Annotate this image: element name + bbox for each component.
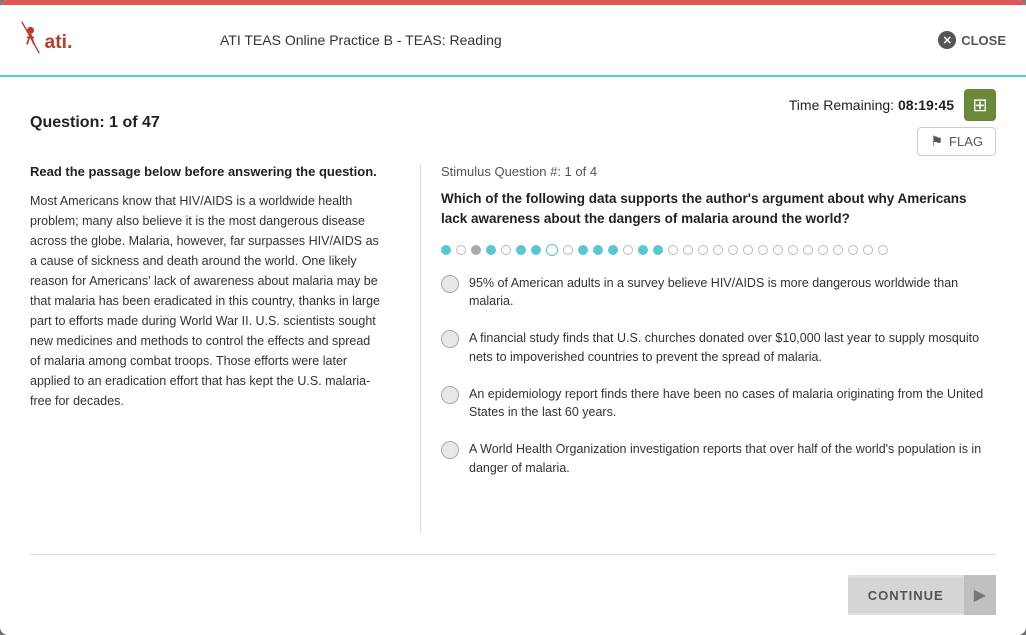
- question-text: Which of the following data supports the…: [441, 189, 996, 230]
- progress-dot-1[interactable]: [456, 245, 466, 255]
- flag-button[interactable]: ⚑ FLAG: [917, 127, 996, 156]
- progress-dot-20[interactable]: [743, 245, 753, 255]
- answer-option-a[interactable]: 95% of American adults in a survey belie…: [441, 274, 996, 312]
- continue-button[interactable]: CONTINUE ▶: [848, 575, 996, 615]
- progress-dot-23[interactable]: [788, 245, 798, 255]
- progress-dot-0[interactable]: [441, 245, 451, 255]
- timer-area: Time Remaining: 08:19:45 ⊞: [789, 89, 996, 121]
- passage-instruction: Read the passage below before answering …: [30, 164, 380, 179]
- flag-label: FLAG: [949, 134, 983, 149]
- progress-dot-4[interactable]: [501, 245, 511, 255]
- progress-dot-26[interactable]: [833, 245, 843, 255]
- progress-dot-17[interactable]: [698, 245, 708, 255]
- stimulus-header: Stimulus Question #: 1 of 4: [441, 164, 996, 179]
- answer-option-b[interactable]: A financial study finds that U.S. church…: [441, 329, 996, 367]
- progress-dot-9[interactable]: [578, 245, 588, 255]
- progress-dot-15[interactable]: [668, 245, 678, 255]
- progress-dot-19[interactable]: [728, 245, 738, 255]
- answer-choices: 95% of American adults in a survey belie…: [441, 274, 996, 478]
- radio-d[interactable]: [441, 441, 459, 459]
- radio-b[interactable]: [441, 330, 459, 348]
- left-panel: Read the passage below before answering …: [30, 164, 400, 534]
- ati-logo: ati.: [20, 15, 90, 65]
- right-panel: Stimulus Question #: 1 of 4 Which of the…: [420, 164, 996, 534]
- close-button[interactable]: ✕ CLOSE: [938, 31, 1006, 49]
- radio-a[interactable]: [441, 275, 459, 293]
- progress-dot-8[interactable]: [563, 245, 573, 255]
- passage-text: Most Americans know that HIV/AIDS is a w…: [30, 191, 380, 411]
- progress-dot-27[interactable]: [848, 245, 858, 255]
- question-counter: Question: 1 of 47: [30, 114, 160, 132]
- calculator-icon[interactable]: ⊞: [964, 89, 996, 121]
- subheader: Question: 1 of 47 Time Remaining: 08:19:…: [0, 77, 1026, 164]
- progress-dot-3[interactable]: [486, 245, 496, 255]
- progress-dot-24[interactable]: [803, 245, 813, 255]
- continue-arrow-icon: ▶: [964, 575, 996, 615]
- answer-text-a: 95% of American adults in a survey belie…: [469, 274, 996, 312]
- answer-text-c: An epidemiology report finds there have …: [469, 385, 996, 423]
- timer-value: 08:19:45: [898, 97, 954, 113]
- progress-dot-2[interactable]: [471, 245, 481, 255]
- answer-option-c[interactable]: An epidemiology report finds there have …: [441, 385, 996, 423]
- main-window: ati. ATI TEAS Online Practice B - TEAS: …: [0, 0, 1026, 635]
- progress-dot-25[interactable]: [818, 245, 828, 255]
- progress-dot-5[interactable]: [516, 245, 526, 255]
- flag-icon: ⚑: [930, 133, 943, 150]
- answer-option-d[interactable]: A World Health Organization investigatio…: [441, 440, 996, 478]
- progress-dot-10[interactable]: [593, 245, 603, 255]
- progress-dot-12[interactable]: [623, 245, 633, 255]
- timer-label: Time Remaining: 08:19:45: [789, 97, 954, 113]
- progress-dot-22[interactable]: [773, 245, 783, 255]
- continue-label: CONTINUE: [848, 578, 964, 613]
- svg-text:ati.: ati.: [45, 32, 73, 53]
- progress-dot-16[interactable]: [683, 245, 693, 255]
- progress-dots: [441, 244, 996, 256]
- progress-dot-29[interactable]: [878, 245, 888, 255]
- close-circle-icon: ✕: [938, 31, 956, 49]
- progress-dot-28[interactable]: [863, 245, 873, 255]
- progress-dot-18[interactable]: [713, 245, 723, 255]
- subheader-right: Time Remaining: 08:19:45 ⊞ ⚑ FLAG: [789, 89, 996, 156]
- progress-dot-6[interactable]: [531, 245, 541, 255]
- main-content: Read the passage below before answering …: [0, 164, 1026, 554]
- radio-c[interactable]: [441, 386, 459, 404]
- header: ati. ATI TEAS Online Practice B - TEAS: …: [0, 5, 1026, 77]
- progress-dot-13[interactable]: [638, 245, 648, 255]
- bottom-bar: CONTINUE ▶: [0, 565, 1026, 635]
- progress-dot-21[interactable]: [758, 245, 768, 255]
- logo-area: ati.: [20, 15, 220, 65]
- close-label: CLOSE: [961, 33, 1006, 48]
- header-title: ATI TEAS Online Practice B - TEAS: Readi…: [220, 32, 938, 48]
- answer-text-d: A World Health Organization investigatio…: [469, 440, 996, 478]
- progress-dot-7[interactable]: [546, 244, 558, 256]
- separator: [30, 554, 996, 555]
- progress-dot-11[interactable]: [608, 245, 618, 255]
- progress-dot-14[interactable]: [653, 245, 663, 255]
- answer-text-b: A financial study finds that U.S. church…: [469, 329, 996, 367]
